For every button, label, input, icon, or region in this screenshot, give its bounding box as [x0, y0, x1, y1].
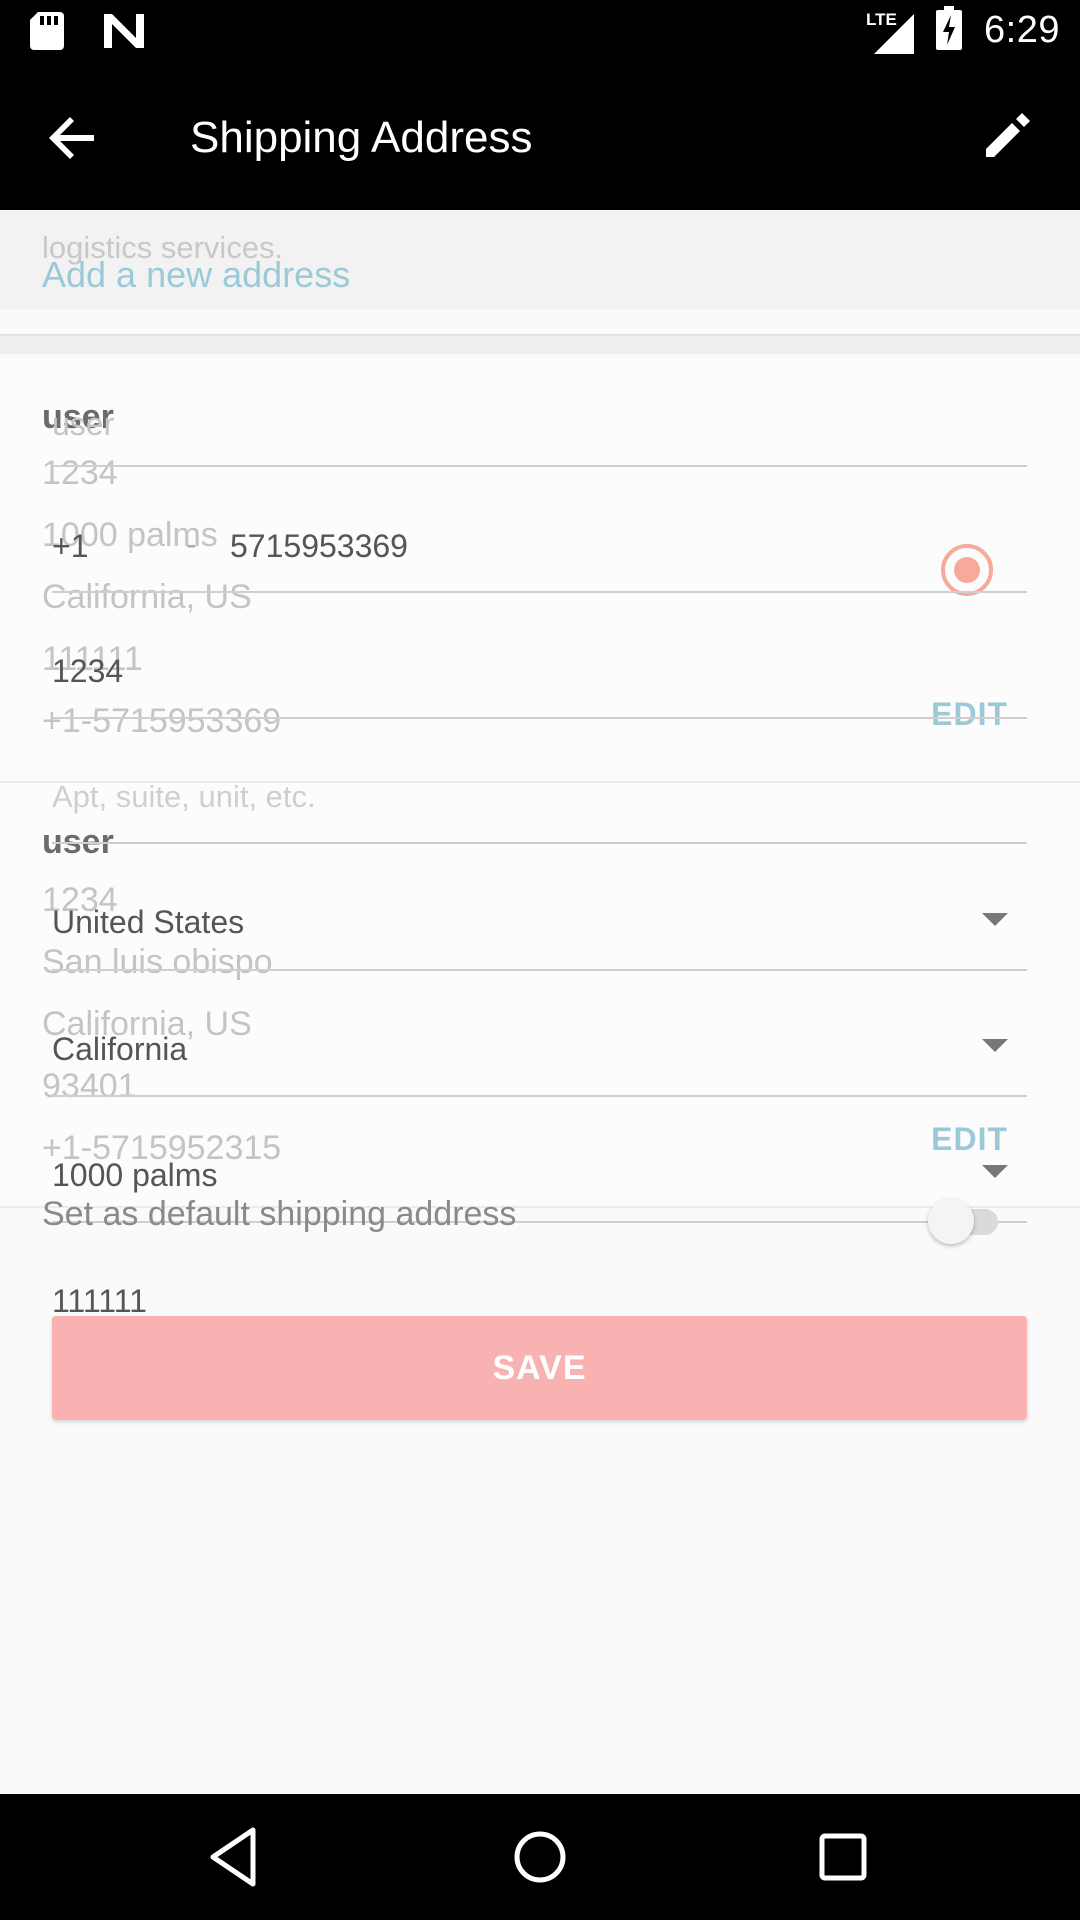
radio-dot: [954, 557, 980, 583]
phone-underline: [52, 591, 1027, 593]
city-select[interactable]: 1000 palms: [52, 1157, 217, 1194]
default-address-toggle[interactable]: [928, 1196, 1004, 1246]
country-underline: [52, 969, 1027, 971]
home-circle-icon[interactable]: [507, 1824, 573, 1890]
status-bar: LTE 6:29: [0, 0, 1080, 63]
add-address-link[interactable]: Add a new address: [42, 254, 350, 296]
state-dropdown-icon[interactable]: [982, 1039, 1008, 1052]
address-city: San luis obispo: [42, 943, 273, 981]
back-triangle-icon[interactable]: [203, 1824, 269, 1890]
back-arrow-icon[interactable]: [46, 111, 100, 165]
clock: 6:29: [984, 9, 1060, 51]
address-card[interactable]: user 1234 1000 palms California, US 1111…: [0, 358, 1080, 783]
app-toolbar: Shipping Address: [0, 63, 1080, 210]
default-address-label: Set as default shipping address: [42, 1195, 517, 1233]
address-postal: 93401: [42, 1067, 137, 1105]
phone-separator: -: [186, 526, 197, 562]
lte-signal-icon: LTE: [866, 8, 915, 54]
address-card[interactable]: user 1234 San luis obispo California, US…: [0, 783, 1080, 1208]
state-select[interactable]: California: [52, 1031, 187, 1068]
country-dropdown-icon[interactable]: [982, 913, 1008, 926]
name-underline: [52, 465, 1027, 467]
street-underline: [52, 717, 1027, 719]
list-divider: [0, 334, 1080, 354]
address-street: 1234: [42, 454, 118, 492]
system-nav-bar: [0, 1794, 1080, 1920]
pencil-edit-icon[interactable]: [980, 107, 1036, 163]
battery-charging-icon: [936, 6, 963, 55]
toggle-knob: [928, 1198, 974, 1244]
add-address-bar[interactable]: logistics services. Add a new address: [0, 210, 1080, 310]
phone-number-field[interactable]: 5715953369: [230, 528, 408, 565]
address-region: California, US: [42, 578, 252, 616]
country-select[interactable]: United States: [52, 904, 244, 941]
edit-address-button[interactable]: EDIT: [931, 696, 1008, 733]
n-notification-icon: [104, 14, 144, 53]
name-field[interactable]: user: [52, 406, 114, 443]
zip-field[interactable]: 111111: [52, 1283, 147, 1320]
phone-code-field[interactable]: +1: [52, 528, 88, 565]
address-phone: +1-5715953369: [42, 702, 282, 740]
page-title: Shipping Address: [190, 113, 533, 162]
apt-field[interactable]: Apt, suite, unit, etc.: [52, 779, 316, 815]
sd-card-icon: [30, 12, 64, 55]
save-button[interactable]: SAVE: [52, 1316, 1027, 1420]
recents-square-icon[interactable]: [810, 1824, 876, 1890]
apt-underline: [52, 842, 1027, 844]
city-dropdown-icon[interactable]: [982, 1165, 1008, 1178]
street-field[interactable]: 1234: [52, 653, 123, 690]
network-type: LTE: [866, 9, 897, 29]
default-address-radio[interactable]: [941, 544, 993, 596]
edit-address-button[interactable]: EDIT: [931, 1121, 1008, 1158]
state-underline: [52, 1095, 1027, 1097]
